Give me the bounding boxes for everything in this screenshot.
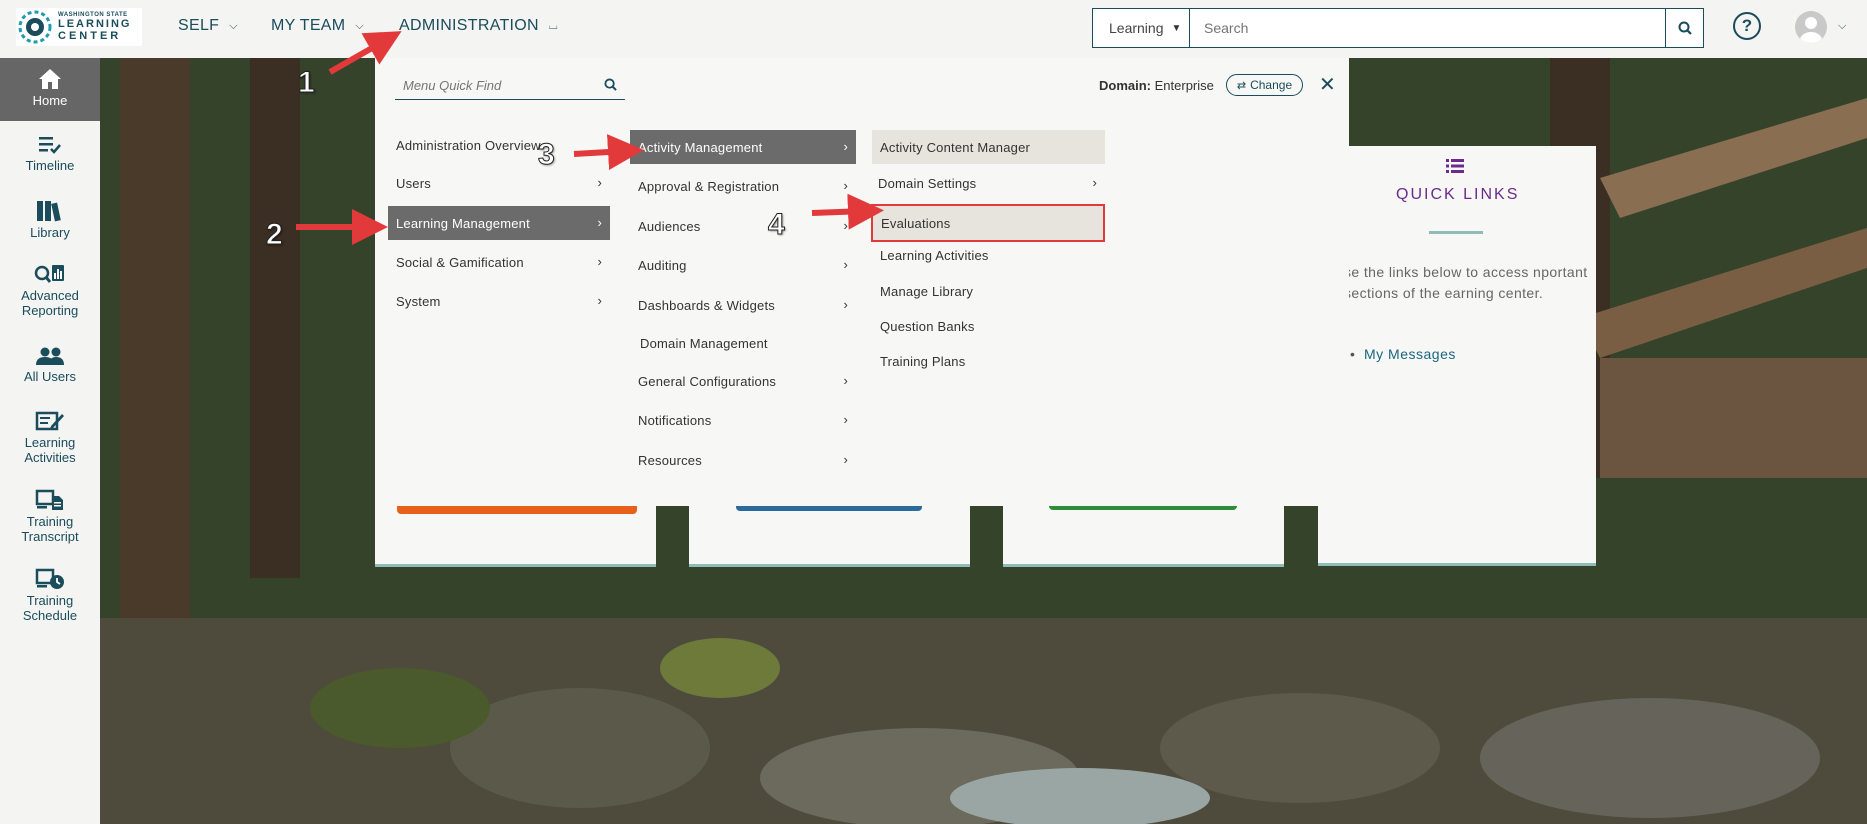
annotation-number-2: 2 (266, 218, 284, 252)
annotation-arrow-4 (811, 193, 884, 230)
annotation-number-4: 4 (768, 208, 786, 242)
annotation-number-1: 1 (298, 66, 316, 100)
annotation-arrow-1 (328, 31, 402, 75)
annotation-number-3: 3 (538, 138, 556, 172)
annotation-arrow-3 (573, 134, 644, 171)
annotation-arrows (296, 31, 884, 245)
